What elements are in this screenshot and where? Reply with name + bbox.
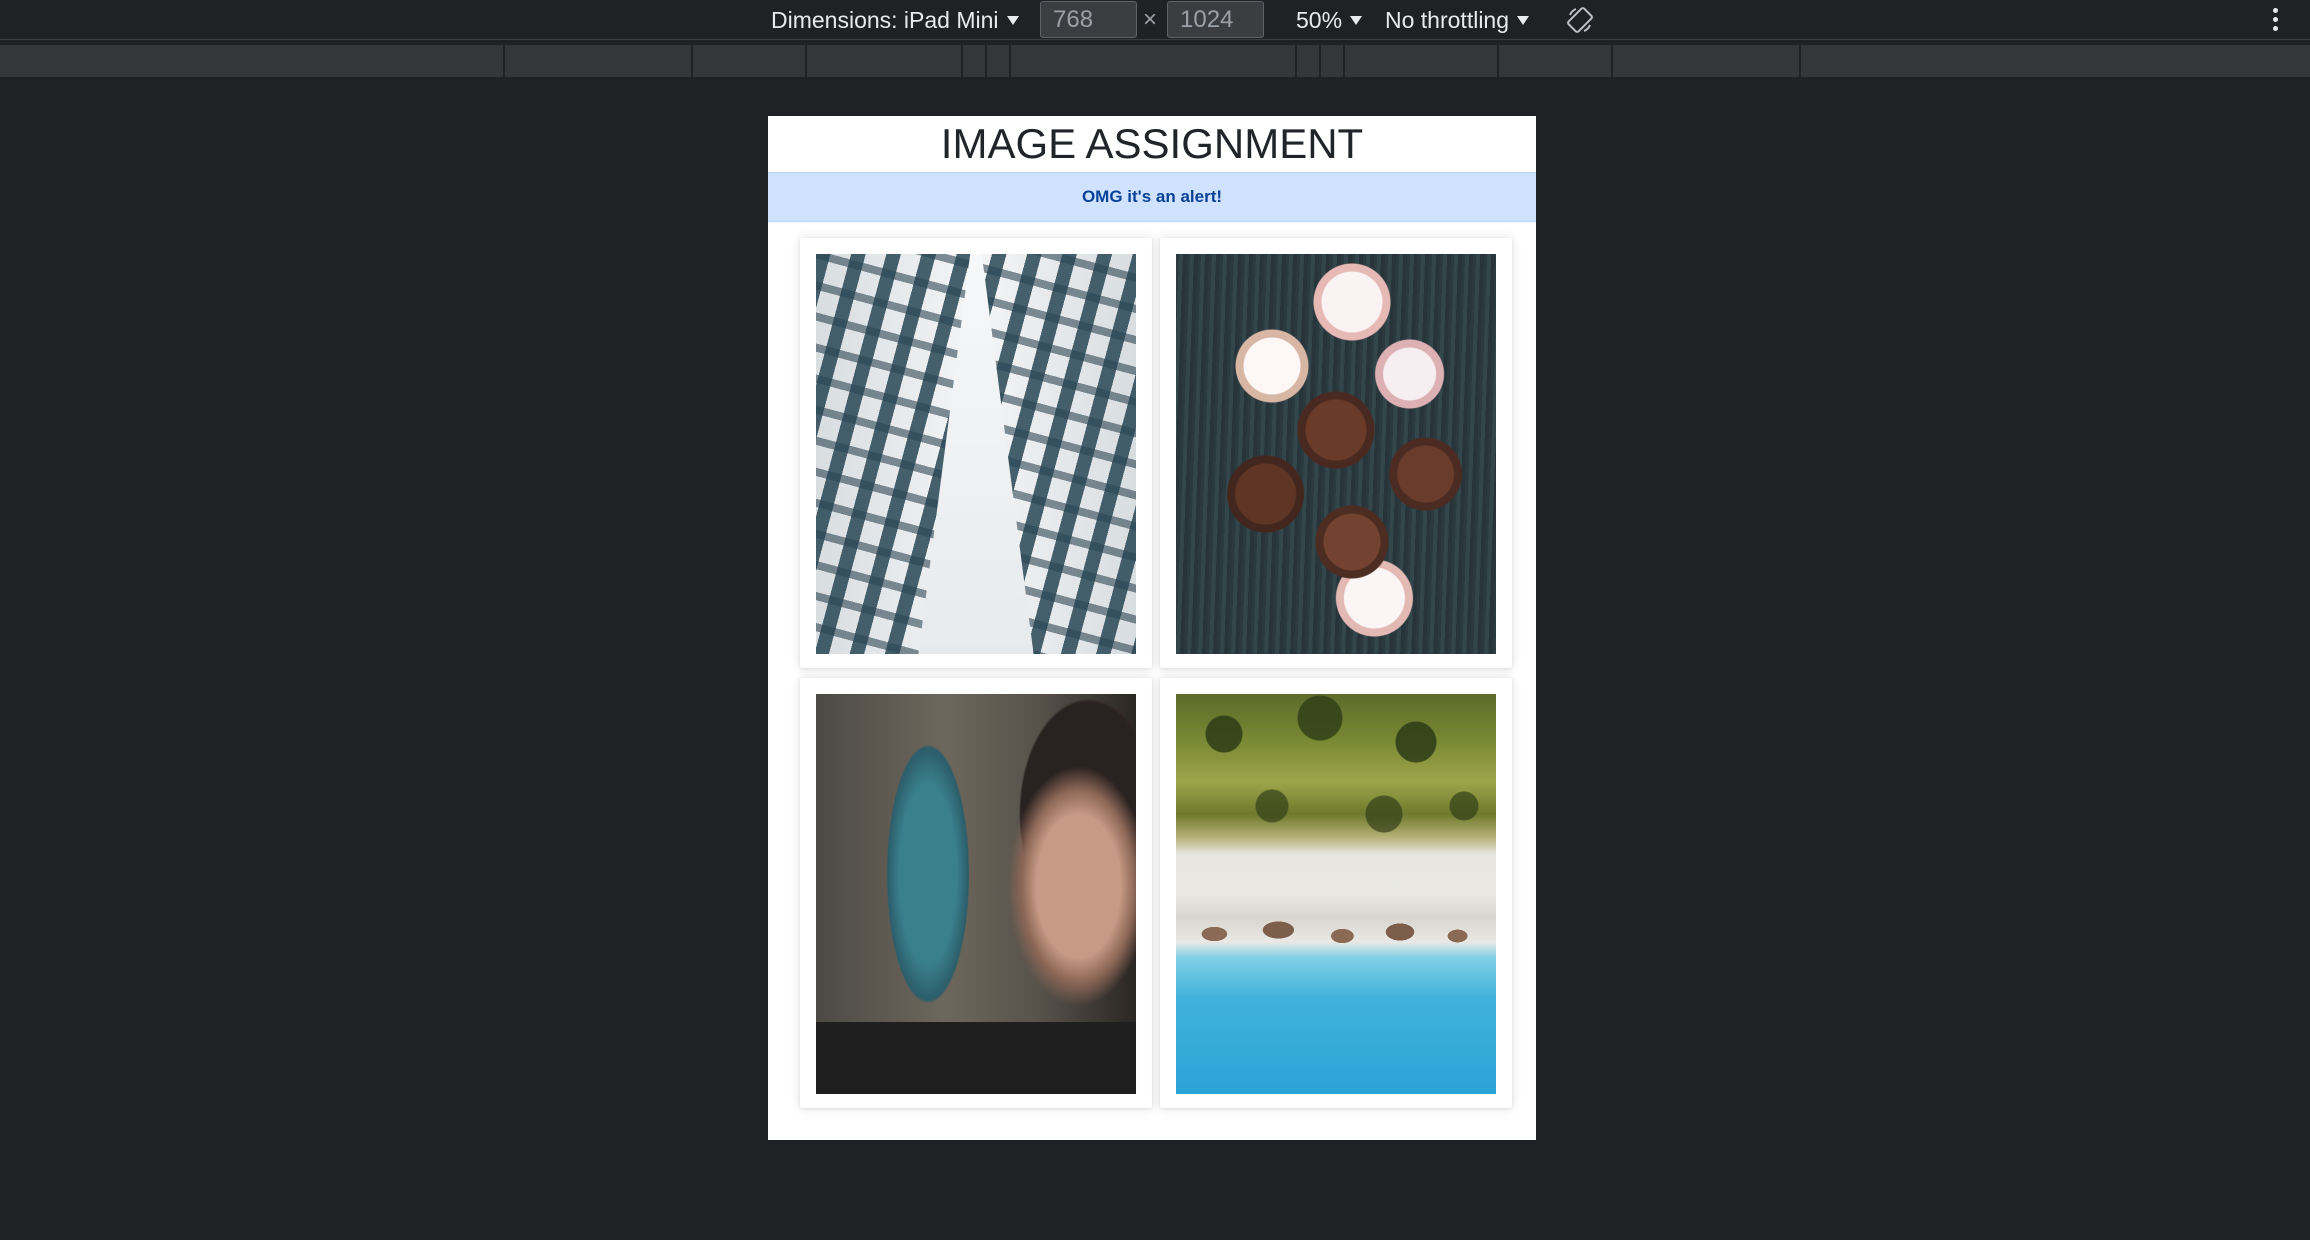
chevron-down-icon bbox=[1006, 15, 1019, 25]
media-query-segment[interactable] bbox=[985, 45, 1011, 77]
media-query-segment[interactable] bbox=[961, 45, 987, 77]
media-query-segment[interactable] bbox=[1497, 45, 1613, 77]
cupcakes-photo bbox=[1176, 254, 1496, 654]
times-symbol: × bbox=[1143, 6, 1158, 33]
width-input[interactable] bbox=[1040, 1, 1137, 38]
media-query-segment[interactable] bbox=[805, 45, 963, 77]
throttling-label: No throttling bbox=[1385, 6, 1510, 33]
media-query-segment[interactable] bbox=[503, 45, 693, 77]
media-query-segment[interactable] bbox=[691, 45, 807, 77]
device-toolbar: Dimensions: iPad Mini × 50% No throttlin… bbox=[0, 0, 2310, 40]
image-card bbox=[1160, 678, 1512, 1108]
graffiti-photo bbox=[816, 694, 1136, 1094]
dimensions-label: Dimensions: iPad Mini bbox=[771, 6, 999, 33]
rotate-icon[interactable] bbox=[1566, 6, 1594, 34]
building-photo bbox=[816, 254, 1136, 654]
beach-photo bbox=[1176, 694, 1496, 1094]
throttling-dropdown[interactable]: No throttling bbox=[1385, 0, 1530, 40]
media-query-segment[interactable] bbox=[1343, 45, 1499, 77]
image-card bbox=[800, 678, 1152, 1108]
media-query-segment[interactable] bbox=[1611, 45, 1801, 77]
alert-banner: OMG it's an alert! bbox=[768, 172, 1536, 222]
more-options-icon[interactable] bbox=[2268, 6, 2282, 34]
image-grid bbox=[800, 238, 1512, 1108]
media-query-segment[interactable] bbox=[1319, 45, 1345, 77]
zoom-dropdown[interactable]: 50% bbox=[1296, 0, 1363, 40]
chevron-down-icon bbox=[1350, 15, 1363, 25]
zoom-label: 50% bbox=[1296, 6, 1343, 33]
image-card bbox=[1160, 238, 1512, 668]
height-input[interactable] bbox=[1167, 1, 1264, 38]
media-query-segment[interactable] bbox=[1009, 45, 1297, 77]
media-query-segment[interactable] bbox=[1295, 45, 1321, 77]
emulated-viewport: IMAGE ASSIGNMENT OMG it's an alert! bbox=[768, 116, 1536, 1140]
image-card bbox=[800, 238, 1152, 668]
chevron-down-icon bbox=[1517, 15, 1530, 25]
page-title: IMAGE ASSIGNMENT bbox=[940, 120, 1364, 167]
dimensions-dropdown[interactable]: Dimensions: iPad Mini bbox=[771, 0, 1019, 40]
media-query-bar bbox=[0, 45, 2310, 77]
